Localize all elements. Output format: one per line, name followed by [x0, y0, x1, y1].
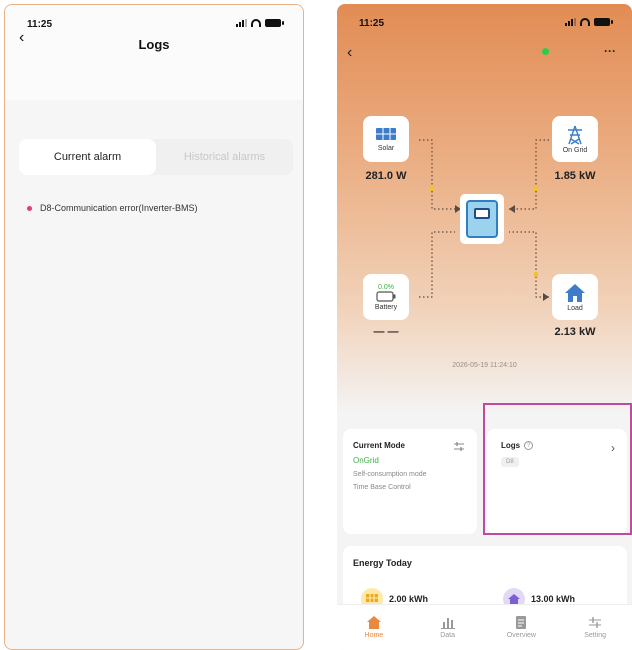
battery-icon — [376, 290, 396, 302]
wifi-icon — [251, 19, 261, 27]
alarm-dot-icon — [27, 205, 32, 211]
energy-home-value: 13.00 kWh — [531, 594, 576, 604]
load-value: 2.13 kW — [554, 326, 596, 338]
nav-setting[interactable]: Setting — [558, 605, 632, 650]
nav-home[interactable]: Home — [337, 605, 411, 650]
status-icons — [236, 19, 284, 27]
grid-value: 1.85 kW — [554, 170, 596, 182]
nav-home-label: Home — [364, 632, 384, 639]
chevron-right-icon[interactable]: › — [611, 441, 615, 455]
update-timestamp: 2026-05-19 11:24:10 — [452, 362, 517, 369]
solar-node[interactable]: Solar — [363, 116, 409, 162]
sliders-icon[interactable] — [453, 441, 465, 452]
status-bar: 11:25 — [5, 5, 303, 33]
battery-value: — — — [373, 326, 399, 338]
grid-node[interactable]: On Grid — [552, 116, 598, 162]
solar-value: 281.0 W — [365, 170, 407, 182]
solar-panel-icon — [376, 127, 396, 140]
logs-title: Logs — [501, 441, 521, 450]
nav-data[interactable]: Data — [411, 605, 485, 650]
current-mode-value: OnGrid — [353, 456, 379, 465]
home-icon — [366, 616, 381, 629]
battery-label: Battery — [374, 303, 398, 311]
nav-overview[interactable]: Overview — [485, 605, 559, 650]
load-label: Load — [567, 304, 583, 312]
nav-setting-label: Setting — [584, 632, 607, 639]
signal-icon — [236, 19, 247, 27]
nav-data-label: Data — [440, 632, 456, 639]
bottom-nav: Home Data Overview Setting — [337, 604, 632, 650]
tab-historical-alarms[interactable]: Historical alarms — [156, 139, 293, 175]
home-screen: 11:25 ‹ ··· Solar 281.0 W On Grid 1.85 k… — [337, 4, 632, 650]
logs-screen: 11:25 ‹ Logs Current alarm Historical al… — [4, 4, 304, 650]
load-node[interactable]: Load — [552, 274, 598, 320]
help-icon[interactable]: ? — [524, 441, 534, 450]
current-mode-card[interactable]: Current Mode OnGrid Self-consumption mod… — [343, 429, 477, 534]
inverter-node[interactable] — [460, 194, 504, 244]
current-mode-title: Current Mode — [353, 441, 405, 450]
battery-node[interactable]: 0.0% Battery — [363, 274, 409, 320]
current-mode-line1: Self-consumption mode — [353, 471, 427, 478]
logs-card[interactable]: Logs ? › D8 — [487, 429, 627, 534]
status-time: 11:25 — [27, 19, 53, 30]
page-title: Logs — [138, 37, 170, 52]
bar-chart-icon — [440, 618, 455, 629]
battery-percent: 0.0% — [378, 283, 394, 291]
grid-label: On Grid — [562, 146, 588, 154]
alarm-text: D8-Communication error(Inverter-BMS) — [40, 203, 198, 213]
battery-status-icon — [265, 19, 284, 27]
energy-solar-value: 2.00 kWh — [389, 594, 429, 604]
tab-current-alarm[interactable]: Current alarm — [19, 139, 156, 175]
alarm-tabs: Current alarm Historical alarms — [19, 139, 293, 175]
log-badge: D8 — [501, 457, 519, 467]
power-tower-icon — [568, 125, 582, 145]
energy-today-title: Energy Today — [353, 558, 412, 568]
document-icon — [516, 616, 527, 629]
nav-overview-label: Overview — [506, 632, 536, 639]
alarm-item[interactable]: D8-Communication error(Inverter-BMS) — [27, 203, 198, 213]
inverter-icon — [466, 200, 498, 238]
house-icon — [565, 283, 585, 302]
solar-label: Solar — [377, 144, 395, 152]
current-mode-line2: Time Base Control — [353, 484, 411, 491]
sliders-icon — [589, 617, 602, 628]
